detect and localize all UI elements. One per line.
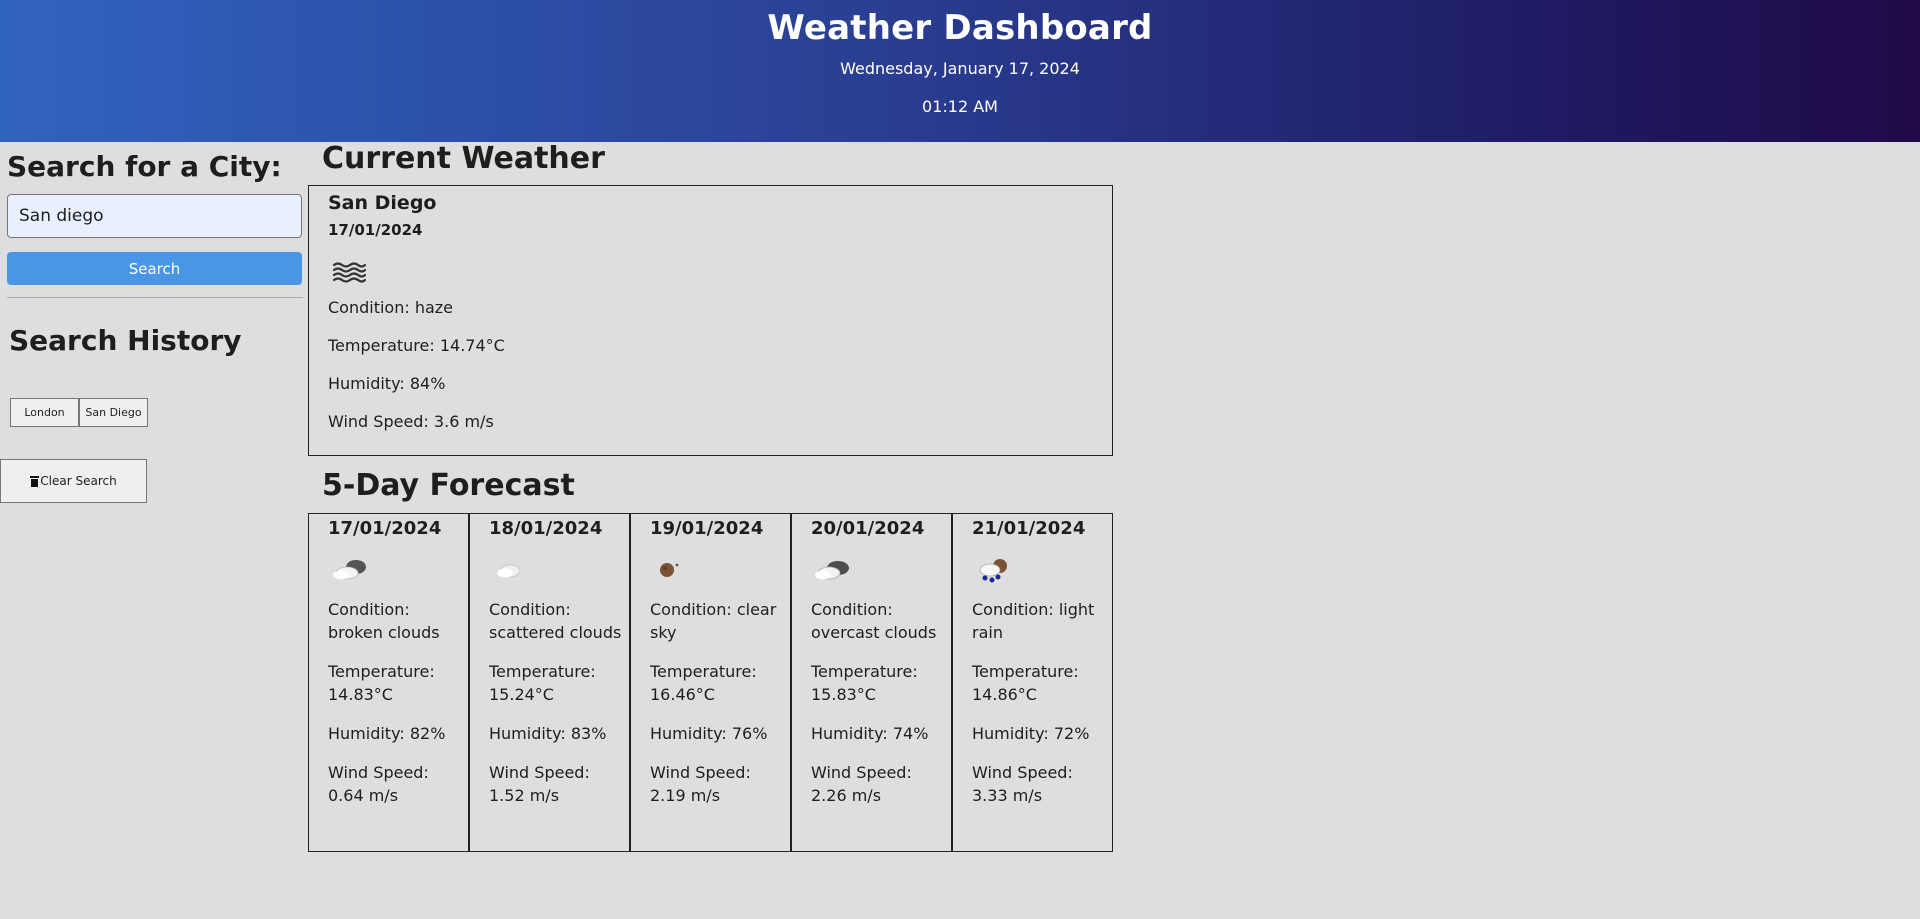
sidebar-divider xyxy=(7,297,303,298)
current-wind-speed: Wind Speed: 3.6 m/s xyxy=(328,412,494,431)
forecast-card: 19/01/2024 Condition: clear sky Temperat… xyxy=(630,513,791,852)
forecast-wind-speed: Wind Speed: 1.52 m/s xyxy=(489,763,590,805)
forecast-humidity: Humidity: 76% xyxy=(650,724,768,743)
search-button[interactable]: Search xyxy=(7,252,302,285)
clear-search-label: Clear Search xyxy=(40,474,117,488)
overcast-clouds-icon xyxy=(815,561,849,580)
forecast-humidity: Humidity: 83% xyxy=(489,724,607,743)
forecast-condition: Condition: broken clouds xyxy=(328,600,440,642)
clear-sky-night-icon xyxy=(660,563,679,577)
clear-search-button[interactable]: Clear Search xyxy=(0,459,147,503)
forecast-temperature: Temperature: 16.46°C xyxy=(650,662,757,704)
forecast-wind-speed: Wind Speed: 2.26 m/s xyxy=(811,763,912,805)
current-weather-card: San Diego 17/01/2024 Condition: haze Tem… xyxy=(308,185,1113,456)
forecast-condition: Condition: scattered clouds xyxy=(489,600,622,642)
app-title: Weather Dashboard xyxy=(767,8,1153,48)
forecast-condition: Condition: overcast clouds xyxy=(811,600,937,642)
forecast-card: 21/01/2024 Condition: light rain Tempera… xyxy=(952,513,1113,852)
light-rain-icon xyxy=(979,559,1007,583)
trash-icon xyxy=(30,475,40,487)
forecast-card: 18/01/2024 Condition: scattered clouds T… xyxy=(469,513,630,852)
header-date: Wednesday, January 17, 2024 xyxy=(840,59,1080,78)
forecast-humidity: Humidity: 72% xyxy=(972,724,1090,743)
search-title: Search for a City: xyxy=(7,150,282,183)
scattered-clouds-icon xyxy=(497,564,521,578)
current-condition: Condition: haze xyxy=(328,298,454,317)
broken-clouds-icon xyxy=(333,560,366,580)
current-weather-title: Current Weather xyxy=(322,141,605,176)
current-city: San Diego xyxy=(328,192,437,214)
forecast-humidity: Humidity: 82% xyxy=(328,724,446,743)
forecast-wind-speed: Wind Speed: 2.19 m/s xyxy=(650,763,751,805)
forecast-wind-speed: Wind Speed: 0.64 m/s xyxy=(328,763,429,805)
history-button-san-diego[interactable]: San Diego xyxy=(79,398,148,427)
header-time: 01:12 AM xyxy=(922,97,998,116)
forecast-condition: Condition: light rain xyxy=(972,600,1095,642)
forecast-temperature: Temperature: 15.24°C xyxy=(489,662,596,704)
forecast-temperature: Temperature: 15.83°C xyxy=(811,662,918,704)
forecast-date: 20/01/2024 xyxy=(811,518,925,539)
haze-icon xyxy=(332,262,366,283)
forecast-title: 5-Day Forecast xyxy=(322,468,575,503)
forecast-temperature: Temperature: 14.83°C xyxy=(328,662,435,704)
forecast-temperature: Temperature: 14.86°C xyxy=(972,662,1079,704)
current-date: 17/01/2024 xyxy=(328,221,423,239)
forecast-date: 18/01/2024 xyxy=(489,518,603,539)
search-history-title: Search History xyxy=(9,324,242,357)
current-temperature: Temperature: 14.74°C xyxy=(328,336,505,355)
city-search-input[interactable] xyxy=(7,194,302,238)
current-humidity: Humidity: 84% xyxy=(328,374,446,393)
forecast-condition: Condition: clear sky xyxy=(650,600,777,642)
page-header: Weather Dashboard Wednesday, January 17,… xyxy=(0,0,1920,142)
forecast-humidity: Humidity: 74% xyxy=(811,724,929,743)
forecast-card: 20/01/2024 Condition: overcast clouds Te… xyxy=(791,513,952,852)
history-button-london[interactable]: London xyxy=(10,398,79,427)
forecast-date: 21/01/2024 xyxy=(972,518,1086,539)
forecast-date: 17/01/2024 xyxy=(328,518,442,539)
forecast-wind-speed: Wind Speed: 3.33 m/s xyxy=(972,763,1073,805)
forecast-date: 19/01/2024 xyxy=(650,518,764,539)
forecast-card: 17/01/2024 Condition: broken clouds Temp… xyxy=(308,513,469,852)
